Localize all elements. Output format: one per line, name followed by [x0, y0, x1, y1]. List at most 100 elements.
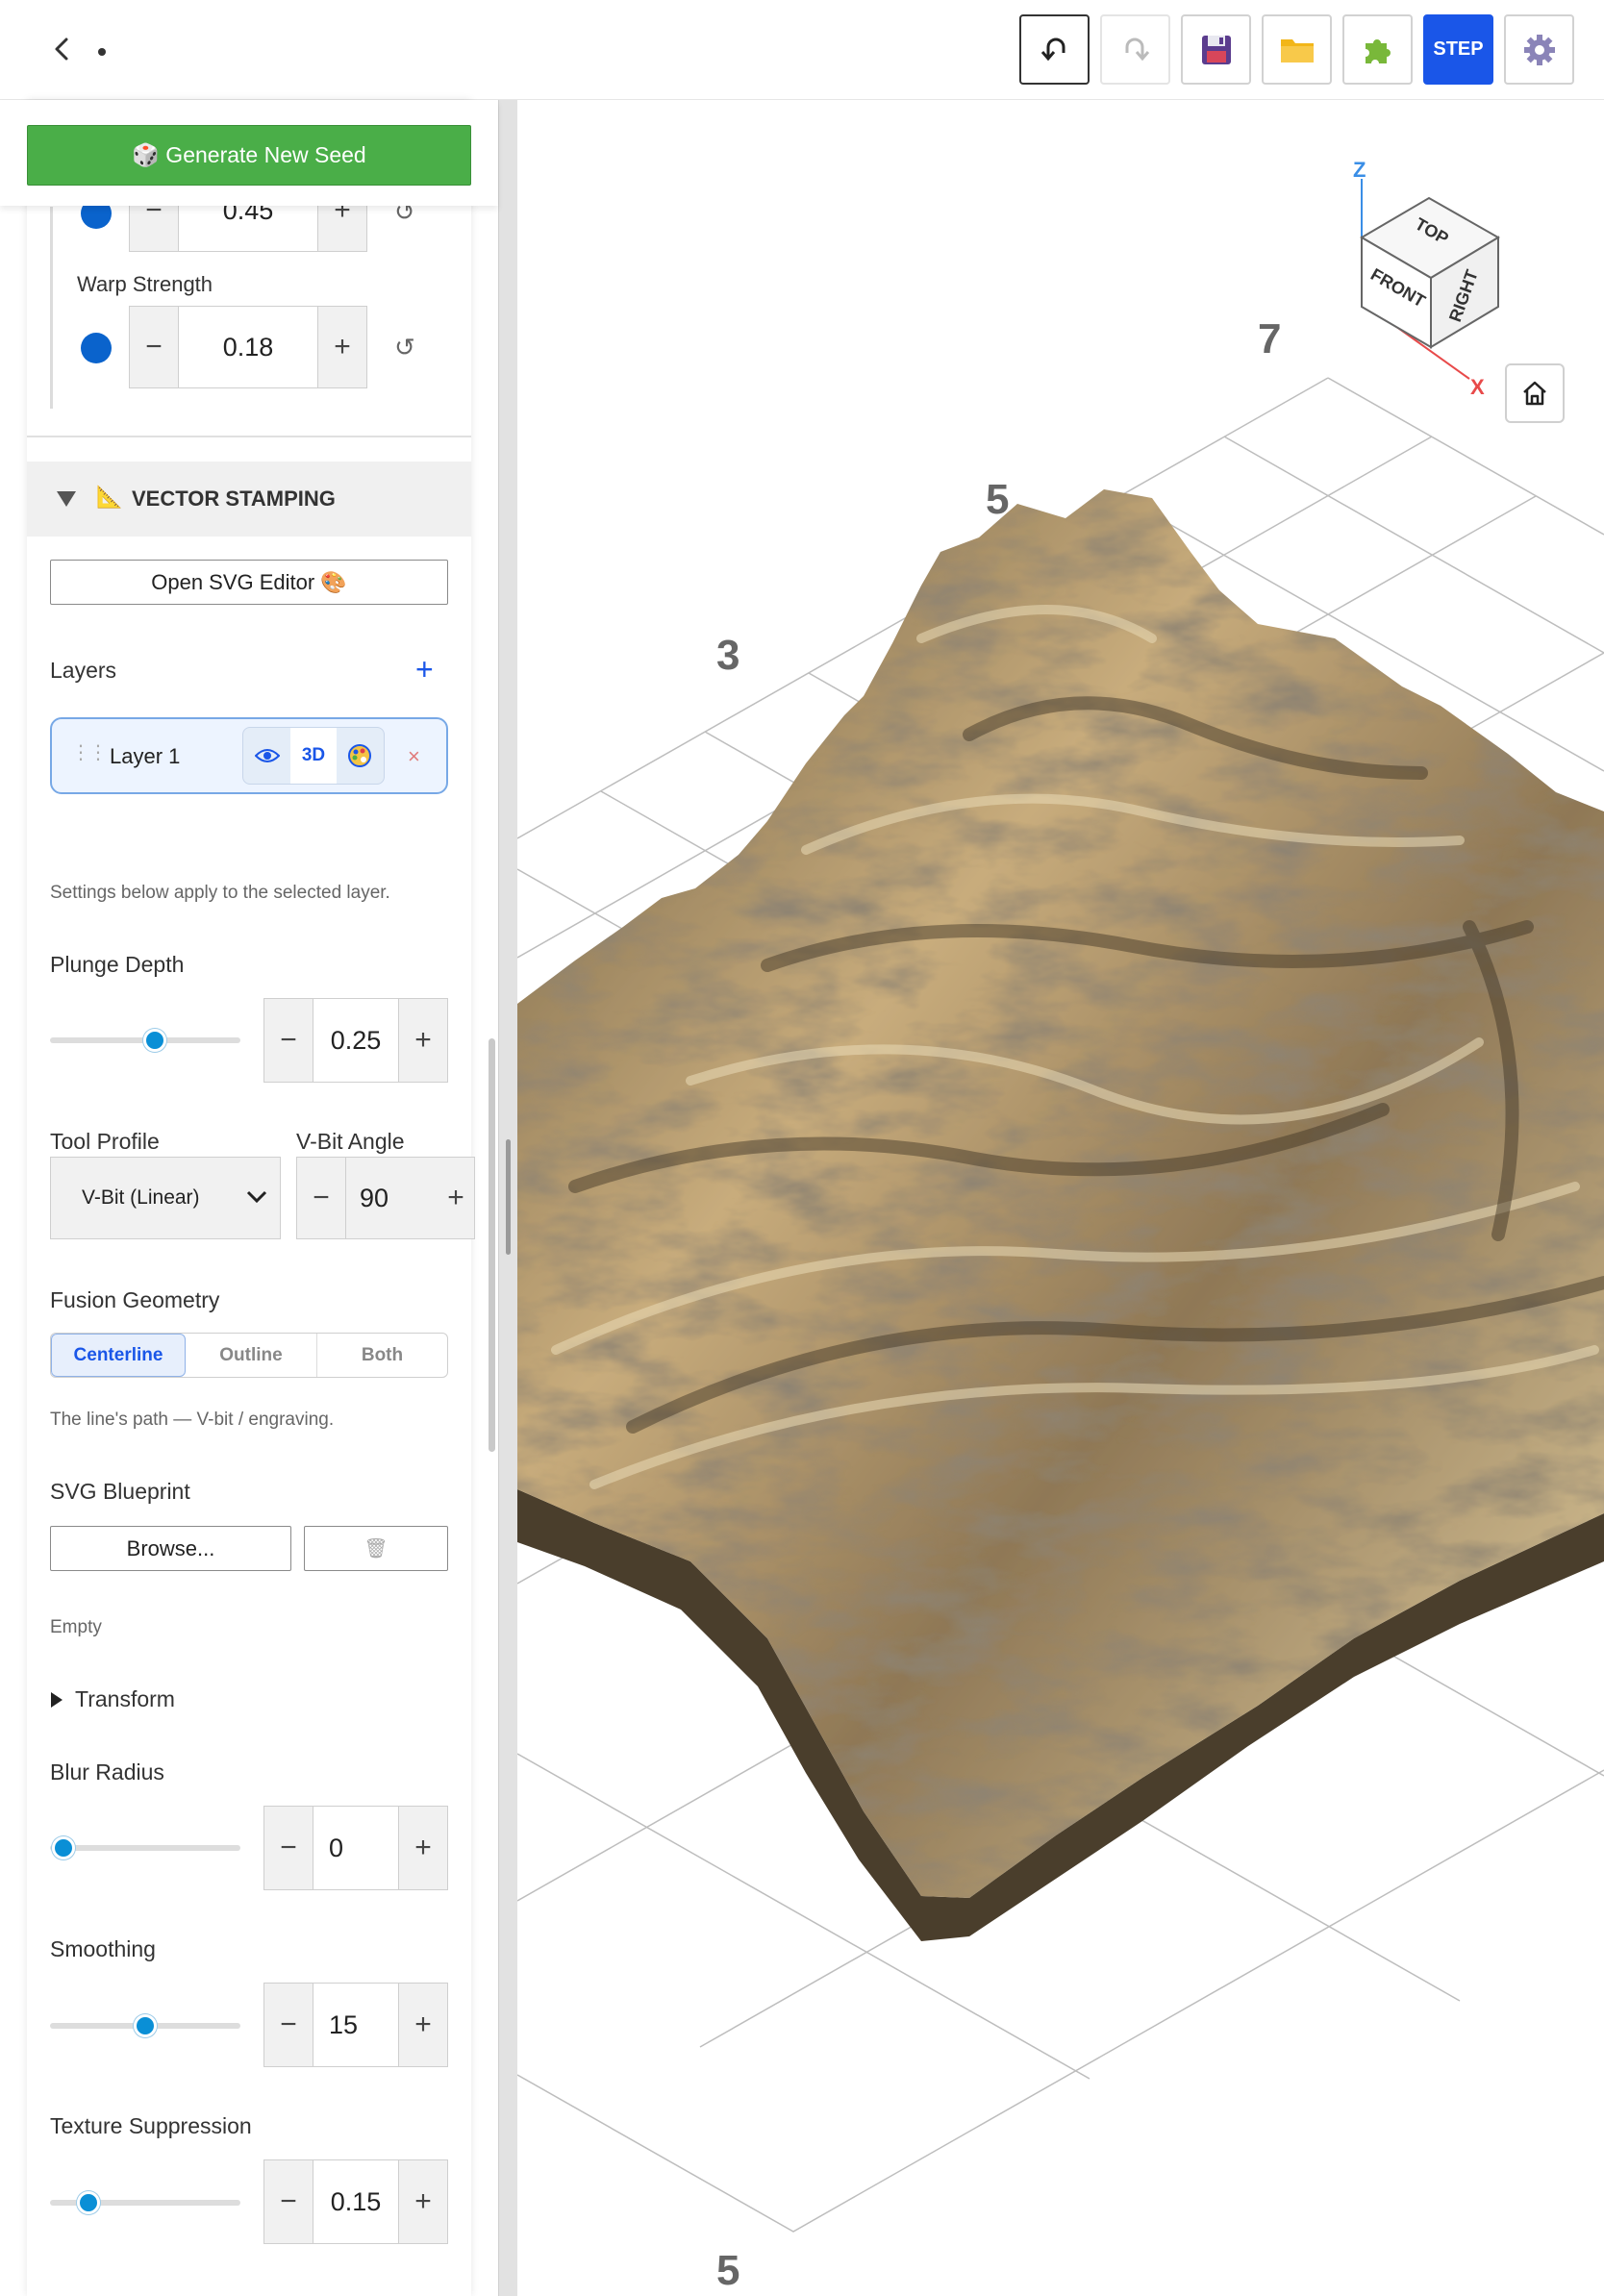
blur-radius-slider[interactable]	[50, 1845, 240, 1851]
grid-label: 3	[716, 632, 739, 679]
svg-blueprint-label: SVG Blueprint	[50, 1479, 190, 1504]
palette-icon[interactable]	[337, 728, 384, 784]
blur-radius-value[interactable]: 0	[313, 1807, 399, 1889]
resize-handle[interactable]	[506, 1139, 511, 1255]
warp-strength-dot[interactable]	[81, 333, 112, 363]
settings-button[interactable]	[1504, 14, 1574, 85]
previous-section-rail	[50, 207, 53, 409]
back-icon[interactable]	[48, 35, 77, 63]
folder-icon	[1280, 38, 1314, 62]
top-toolbar: STEP	[0, 0, 1604, 100]
vector-stamping-header[interactable]: 📐 VECTOR STAMPING	[27, 462, 471, 537]
blur-radius-label: Blur Radius	[50, 1759, 164, 1784]
increment-button[interactable]: +	[318, 307, 366, 387]
chevron-down-icon	[246, 1190, 267, 1204]
remove-layer-button[interactable]: ×	[408, 744, 420, 769]
redo-button[interactable]	[1100, 14, 1170, 85]
section-divider	[27, 436, 471, 437]
decrement-button[interactable]: −	[264, 1807, 313, 1889]
increment-button[interactable]: +	[399, 999, 447, 1082]
generate-new-seed-button[interactable]: 🎲 Generate New Seed	[27, 125, 471, 186]
layer-item[interactable]: ⋮⋮ Layer 1 3D ×	[50, 717, 448, 794]
plunge-depth-stepper[interactable]: − 0.25 +	[263, 998, 448, 1083]
settings-hint: Settings below apply to the selected lay…	[50, 883, 390, 903]
home-icon	[1523, 381, 1546, 406]
decrement-button[interactable]: −	[264, 2160, 313, 2243]
layer-name[interactable]: Layer 1	[110, 744, 180, 769]
smoothing-label: Smoothing	[50, 1936, 156, 1961]
grid-label: 5	[716, 2247, 739, 2294]
texture-suppression-value[interactable]: 0.15	[313, 2160, 399, 2243]
axis-x-label: X	[1470, 375, 1485, 399]
collapse-triangle-icon	[57, 491, 76, 507]
sidebar-scrollbar[interactable]	[489, 1038, 495, 1452]
puzzle-icon	[1365, 38, 1391, 63]
fusion-geometry-segmented: Centerline Outline Both	[50, 1333, 448, 1378]
view-cube[interactable]: Z X TOP FRONT RIGHT	[1353, 158, 1500, 399]
grid-label: 7	[1258, 315, 1281, 362]
increment-button[interactable]: +	[399, 2160, 447, 2243]
warp-strength-label: Warp Strength	[77, 272, 213, 296]
plugins-button[interactable]	[1342, 14, 1413, 85]
expand-triangle-icon[interactable]	[50, 1691, 63, 1709]
save-button[interactable]	[1181, 14, 1251, 85]
tool-profile-select[interactable]: V-Bit (Linear)	[50, 1157, 281, 1239]
axis-z-label: Z	[1353, 158, 1366, 182]
terrain-scene[interactable]: 7 5 3 5 Z X TOP FRONT RIGHT	[517, 100, 1604, 2296]
warp-strength-stepper[interactable]: − 0.18 +	[129, 306, 367, 388]
tool-profile-selected: V-Bit (Linear)	[82, 1186, 200, 1209]
plunge-depth-label: Plunge Depth	[50, 952, 185, 977]
vector-stamping-title: VECTOR STAMPING	[132, 487, 336, 511]
vbit-angle-stepper[interactable]: − 90 +	[296, 1157, 475, 1239]
decrement-button[interactable]: −	[264, 1984, 313, 2066]
redo-icon	[1125, 37, 1149, 61]
plunge-depth-value[interactable]: 0.25	[313, 999, 399, 1082]
home-view-button[interactable]	[1505, 363, 1565, 423]
undo-button[interactable]	[1019, 14, 1090, 85]
decrement-button[interactable]: −	[130, 307, 178, 387]
smoothing-value[interactable]: 15	[313, 1984, 399, 2066]
drag-handle-icon[interactable]: ⋮⋮	[71, 740, 108, 764]
svg-blueprint-status: Empty	[50, 1617, 102, 1637]
reset-icon[interactable]: ↺	[394, 333, 415, 362]
increment-button[interactable]: +	[438, 1158, 474, 1238]
status-dot-icon	[98, 48, 106, 56]
layer-toggle-group: 3D	[242, 727, 385, 785]
open-svg-editor-button[interactable]: Open SVG Editor 🎨	[50, 560, 448, 605]
blur-radius-slider-thumb[interactable]	[51, 1836, 75, 1859]
layer-3d-toggle[interactable]: 3D	[290, 728, 337, 784]
gear-icon	[1523, 34, 1555, 65]
fusion-geometry-label: Fusion Geometry	[50, 1287, 220, 1312]
vbit-angle-label: V-Bit Angle	[296, 1129, 405, 1154]
undo-icon	[1040, 37, 1065, 61]
fusion-option-both[interactable]: Both	[317, 1334, 447, 1377]
fusion-option-outline[interactable]: Outline	[186, 1334, 317, 1377]
fusion-option-centerline[interactable]: Centerline	[51, 1334, 186, 1377]
smoothing-slider-thumb[interactable]	[134, 2014, 157, 2037]
3d-viewport[interactable]: 7 5 3 5 Z X TOP FRONT RIGHT	[517, 100, 1604, 2296]
blur-radius-stepper[interactable]: − 0 +	[263, 1806, 448, 1890]
decrement-button[interactable]: −	[264, 999, 313, 1082]
visibility-eye-icon[interactable]	[243, 728, 290, 784]
layers-label: Layers	[50, 658, 117, 683]
smoothing-stepper[interactable]: − 15 +	[263, 1983, 448, 2067]
open-folder-button[interactable]	[1262, 14, 1332, 85]
increment-button[interactable]: +	[399, 1807, 447, 1889]
trash-icon[interactable]: 🗑	[304, 1526, 448, 1571]
warp-strength-value[interactable]: 0.18	[178, 307, 318, 387]
browse-button[interactable]: Browse...	[50, 1526, 291, 1571]
vbit-angle-value[interactable]: 90	[345, 1158, 438, 1238]
step-export-button[interactable]: STEP	[1423, 14, 1493, 85]
decrement-button[interactable]: −	[297, 1158, 345, 1238]
plunge-depth-slider-thumb[interactable]	[142, 1029, 166, 1052]
tool-profile-label: Tool Profile	[50, 1129, 160, 1154]
fusion-geometry-hint: The line's path — V-bit / engraving.	[50, 1410, 335, 1430]
ruler-icon: 📐	[96, 485, 123, 509]
texture-suppression-slider-thumb[interactable]	[76, 2191, 100, 2214]
texture-suppression-stepper[interactable]: − 0.15 +	[263, 2159, 448, 2244]
increment-button[interactable]: +	[399, 1984, 447, 2066]
grid-label: 5	[986, 476, 1009, 523]
transform-toggle[interactable]: Transform	[75, 1686, 175, 1712]
texture-suppression-label: Texture Suppression	[50, 2113, 252, 2138]
add-layer-button[interactable]: +	[415, 652, 434, 687]
